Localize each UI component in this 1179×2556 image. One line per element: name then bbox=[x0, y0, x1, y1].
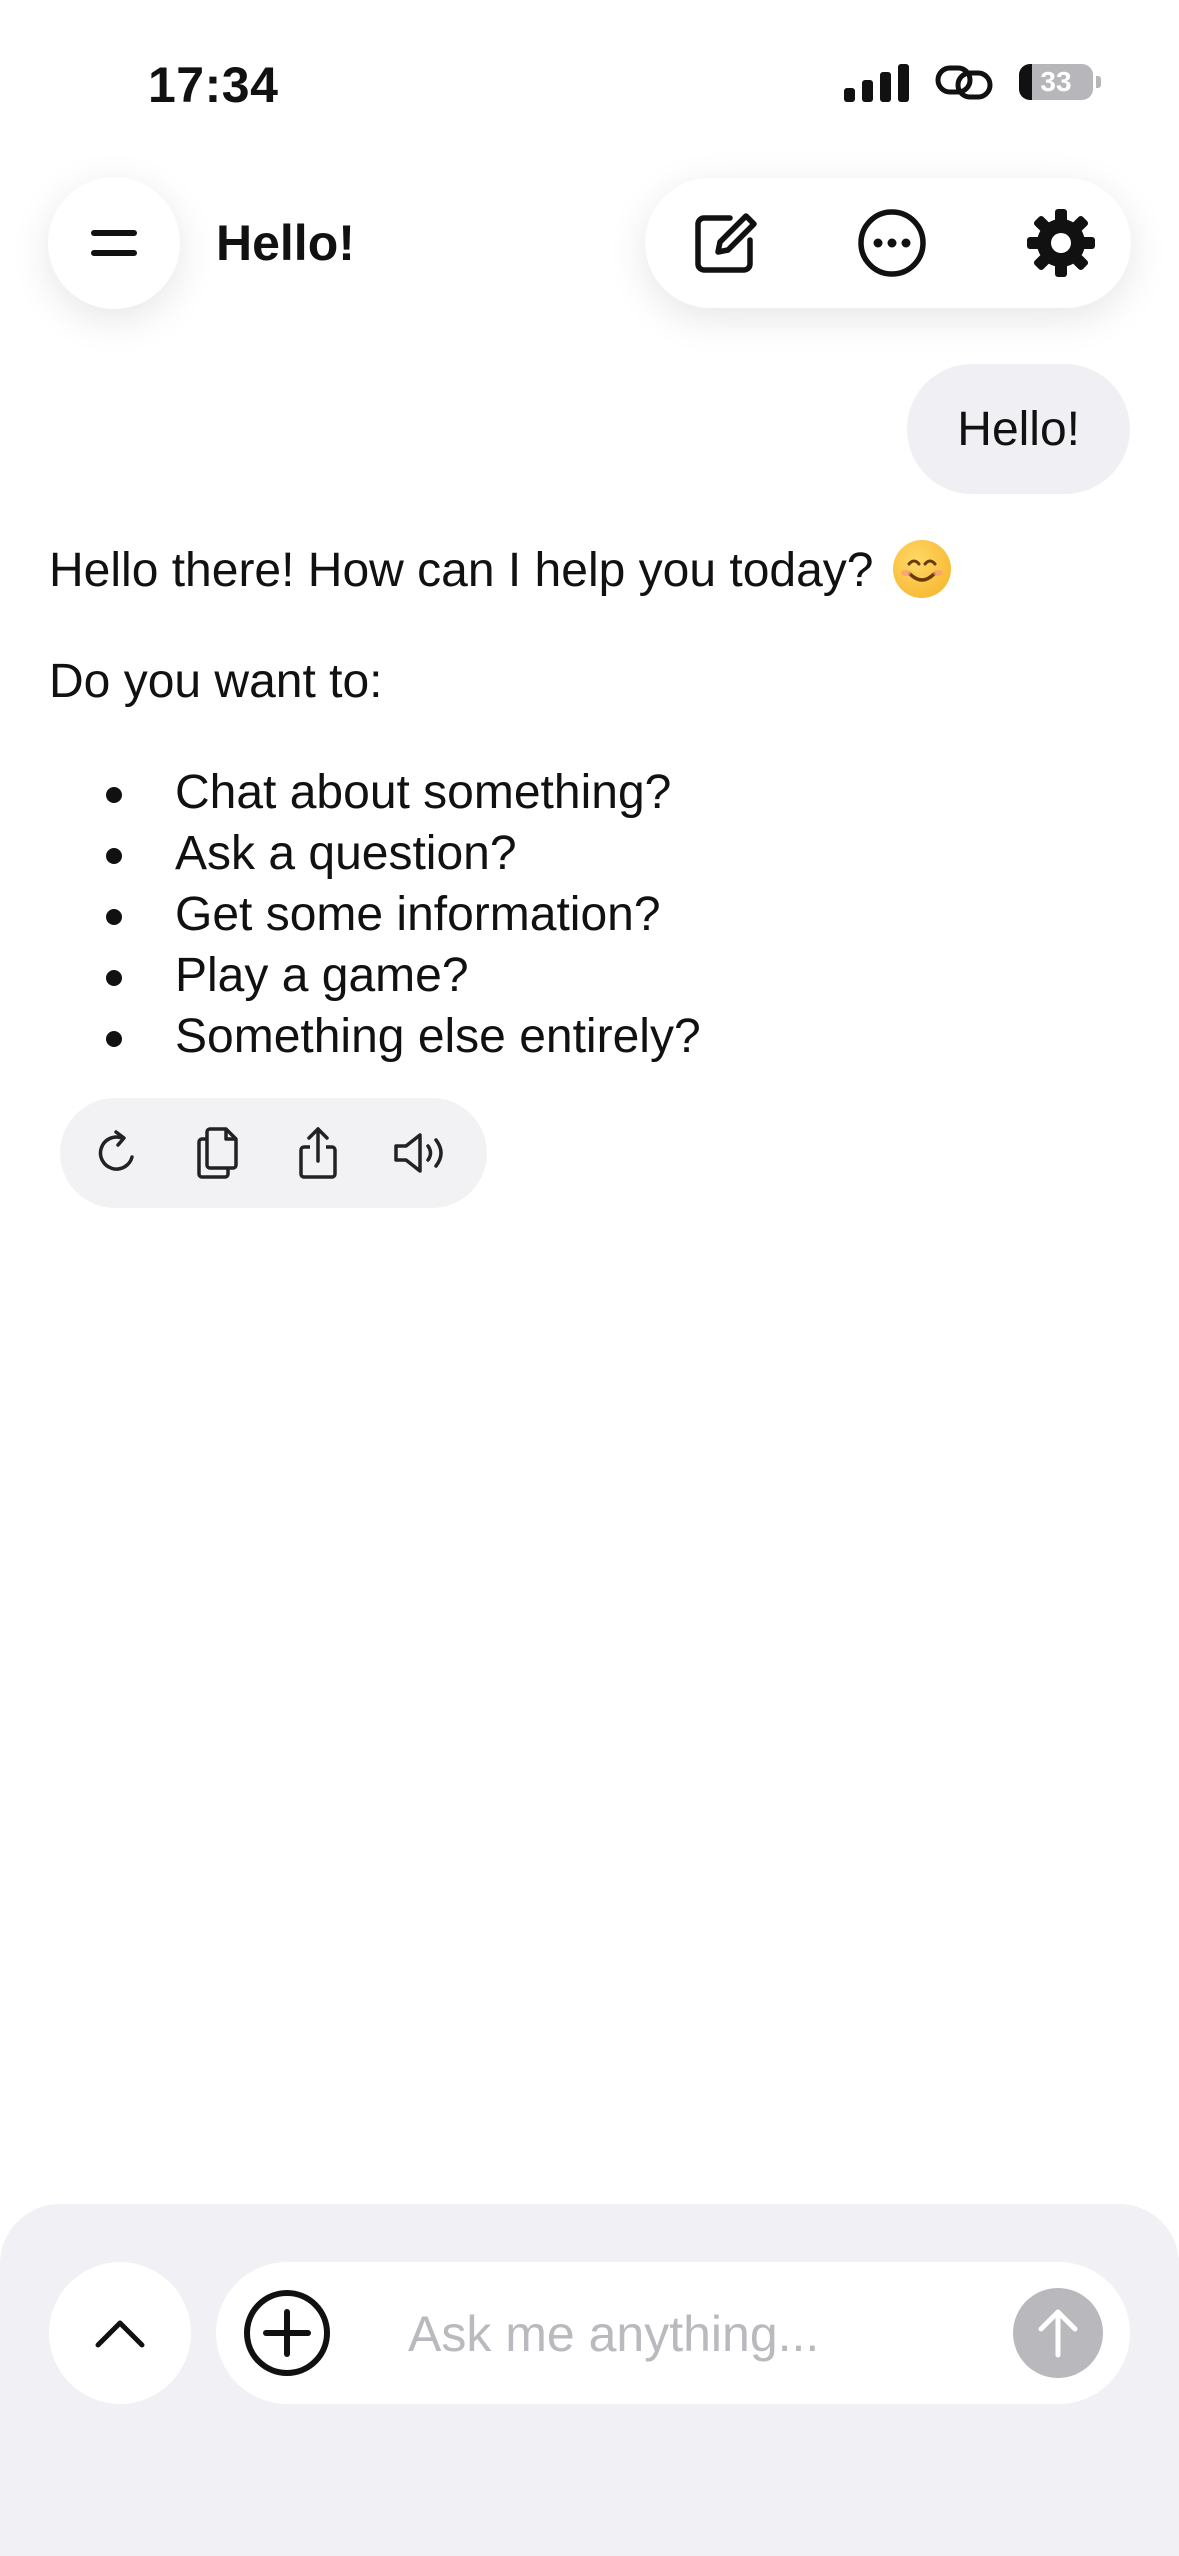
add-attachment-button[interactable] bbox=[242, 2288, 332, 2378]
send-button[interactable] bbox=[1013, 2288, 1103, 2378]
settings-button[interactable] bbox=[1021, 203, 1101, 283]
copy-button[interactable] bbox=[188, 1123, 248, 1183]
status-time: 17:34 bbox=[148, 57, 279, 113]
new-chat-button[interactable] bbox=[685, 203, 765, 283]
arrow-up-icon bbox=[1038, 2309, 1078, 2358]
assistant-greeting-line: Hello there! How can I help you today? bbox=[49, 540, 1129, 601]
chat-screen: 17:34 33 Hello! Hello! Hello there! How … bbox=[0, 0, 1179, 2556]
chat-title: Hello! bbox=[216, 215, 355, 271]
expand-button[interactable] bbox=[49, 2262, 191, 2404]
list-item: Ask a question? bbox=[49, 824, 1129, 885]
assistant-message: Hello there! How can I help you today? D… bbox=[49, 540, 1129, 1068]
battery-level: 33 bbox=[1040, 66, 1072, 97]
new-chat-icon bbox=[695, 213, 757, 273]
message-input[interactable] bbox=[406, 2288, 970, 2380]
link-icon bbox=[935, 65, 993, 100]
speak-button[interactable] bbox=[390, 1123, 450, 1183]
regenerate-button[interactable] bbox=[88, 1123, 148, 1183]
list-item: Something else entirely? bbox=[49, 1007, 1129, 1068]
menu-icon bbox=[91, 230, 137, 256]
message-composer bbox=[216, 2262, 1130, 2404]
battery-icon: 33 bbox=[1019, 64, 1101, 100]
header-actions bbox=[645, 178, 1131, 308]
settings-icon bbox=[1027, 209, 1095, 277]
copy-icon bbox=[197, 1127, 238, 1179]
share-icon bbox=[299, 1127, 337, 1179]
menu-button[interactable] bbox=[48, 177, 180, 309]
regenerate-icon bbox=[98, 1130, 134, 1171]
chevron-up-icon bbox=[95, 2320, 145, 2348]
more-button[interactable] bbox=[852, 203, 932, 283]
list-item: Play a game? bbox=[49, 946, 1129, 1007]
status-icons: 33 bbox=[844, 62, 1101, 102]
plus-circle-icon bbox=[244, 2290, 330, 2376]
user-message-bubble: Hello! bbox=[907, 364, 1130, 494]
list-item: Chat about something? bbox=[49, 763, 1129, 824]
battery-cap bbox=[1096, 76, 1101, 88]
share-button[interactable] bbox=[288, 1123, 348, 1183]
message-actions bbox=[60, 1098, 487, 1208]
assistant-options-list: Chat about something? Ask a question? Ge… bbox=[49, 763, 1129, 1068]
cellular-signal-icon bbox=[844, 62, 909, 102]
assistant-prompt: Do you want to: bbox=[49, 655, 383, 708]
speaker-icon bbox=[394, 1133, 443, 1173]
more-icon bbox=[858, 209, 926, 277]
assistant-greeting: Hello there! How can I help you today? bbox=[49, 544, 874, 597]
list-item: Get some information? bbox=[49, 885, 1129, 946]
smiling-face-emoji-icon bbox=[892, 540, 951, 598]
